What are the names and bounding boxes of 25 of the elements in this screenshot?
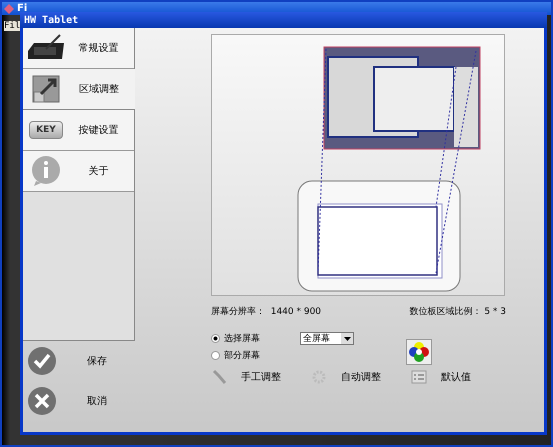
sidebar-item[interactable]: KEY 按键设置 (23, 110, 134, 151)
close-icon (27, 386, 57, 416)
checkmark-icon (27, 346, 57, 376)
save-button[interactable]: 保存 (23, 341, 135, 381)
cancel-button[interactable]: 取消 (23, 381, 135, 421)
sidebar-item[interactable]: 区域调整 (23, 69, 135, 110)
dropdown-arrow-icon (344, 336, 350, 340)
key-icon: KEY (29, 121, 63, 139)
info-icon (30, 155, 62, 187)
window-title: HW Tablet (20, 12, 547, 28)
auto-adjust-button[interactable]: 自动调整 (311, 369, 381, 385)
app-icon (4, 4, 14, 14)
sidebar-item[interactable]: 关于 (23, 151, 134, 192)
manual-adjust-button[interactable]: 手工调整 (211, 369, 281, 385)
ratio-label: 数位板区域比例： 5 * 3 (409, 306, 506, 318)
color-button[interactable] (406, 339, 432, 365)
sidebar-item[interactable]: 常规设置 (23, 28, 134, 69)
resolution-label: 屏幕分辨率： 1440 * 900 (211, 306, 322, 318)
background-window-title: Fi (17, 3, 28, 14)
menu-item[interactable]: Fil (4, 21, 20, 31)
screen-dropdown[interactable]: 全屏幕 (300, 332, 354, 345)
list-icon (411, 369, 427, 385)
radio-option[interactable]: 选择屏幕 (211, 332, 260, 345)
default-button[interactable]: 默认值 (411, 369, 471, 385)
radio-option[interactable]: 部分屏幕 (211, 349, 260, 362)
